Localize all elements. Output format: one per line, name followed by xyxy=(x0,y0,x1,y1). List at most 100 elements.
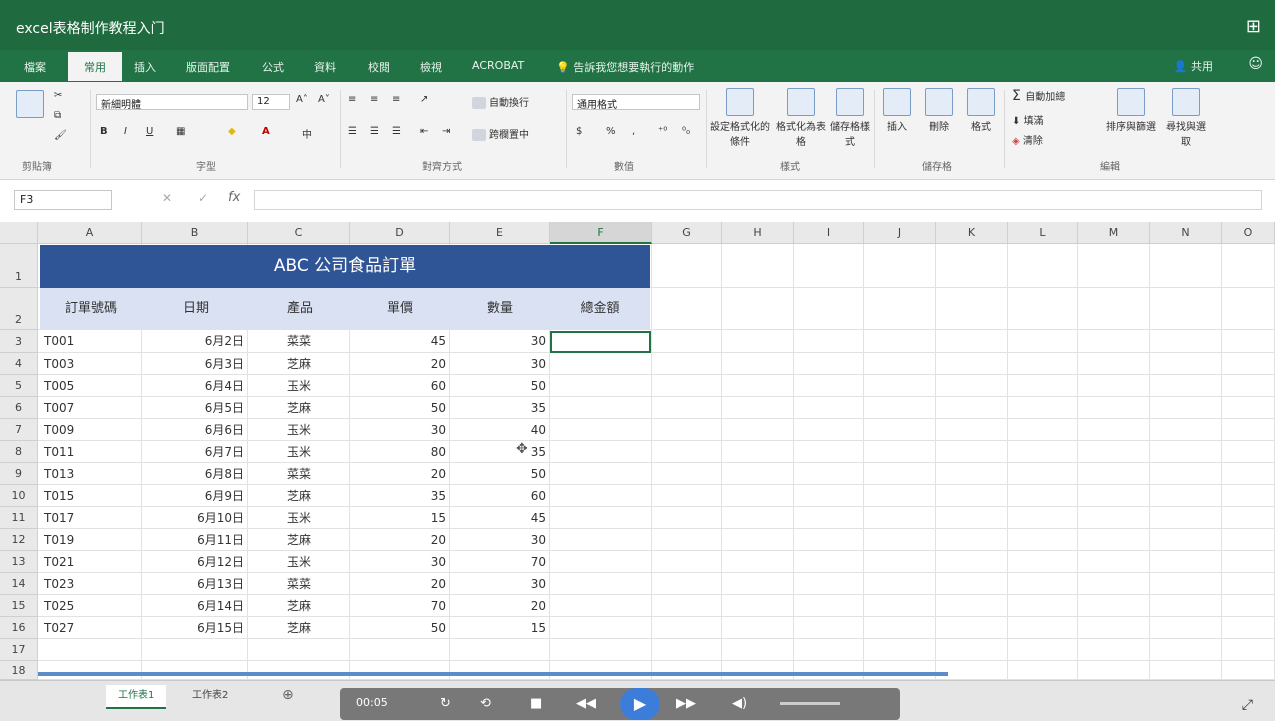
replay-icon[interactable]: ⟲ xyxy=(480,696,491,711)
cell-styles-button[interactable]: 儲存格樣式 xyxy=(830,88,870,148)
cell-unit-price[interactable]: 20 xyxy=(350,529,450,551)
cell-product[interactable]: 玉米 xyxy=(248,375,350,397)
tab-file[interactable]: 檔案 xyxy=(24,59,46,75)
row-header-11[interactable]: 11 xyxy=(0,507,38,529)
cell-product[interactable]: 菜菜 xyxy=(248,463,350,485)
row-header-2[interactable]: 2 xyxy=(0,288,38,330)
cell-product[interactable]: 芝麻 xyxy=(248,595,350,617)
cell-order-number[interactable]: T019 xyxy=(40,529,142,551)
play-icon[interactable]: ▶ xyxy=(620,688,660,720)
column-header-n[interactable]: N xyxy=(1150,222,1222,244)
cancel-icon[interactable]: ✕ xyxy=(162,191,172,205)
tab-page-layout[interactable]: 版面配置 xyxy=(186,59,230,75)
font-color-icon[interactable]: A xyxy=(262,126,270,137)
cell-product[interactable]: 芝麻 xyxy=(248,617,350,639)
cell-date[interactable]: 6月6日 xyxy=(142,419,248,441)
cell-order-number[interactable]: T007 xyxy=(40,397,142,419)
cell-product[interactable]: 芝麻 xyxy=(248,353,350,375)
column-header-j[interactable]: J xyxy=(864,222,936,244)
cell-order-number[interactable]: T027 xyxy=(40,617,142,639)
cell-product[interactable]: 芝麻 xyxy=(248,397,350,419)
cell-date[interactable]: 6月10日 xyxy=(142,507,248,529)
format-painter-icon[interactable]: 🖌 xyxy=(54,130,67,141)
name-box[interactable]: F3 xyxy=(14,190,112,210)
cell-quantity[interactable]: 45 xyxy=(450,507,550,529)
cell-product[interactable]: 菜菜 xyxy=(248,573,350,595)
cell-unit-price[interactable]: 50 xyxy=(350,617,450,639)
row-header-18[interactable]: 18 xyxy=(0,661,38,680)
stop-icon[interactable]: ■ xyxy=(530,696,542,711)
cell-quantity[interactable]: 35 xyxy=(450,441,550,463)
grow-font-icon[interactable]: A˄ xyxy=(296,94,308,105)
feedback-icon[interactable]: ☺ xyxy=(1248,56,1263,72)
align-top-icon[interactable]: ≡ xyxy=(348,94,356,105)
insert-cells-button[interactable]: 插入 xyxy=(880,88,914,133)
active-cell-selection[interactable] xyxy=(550,331,651,353)
row-header-8[interactable]: 8 xyxy=(0,441,38,463)
fill-button[interactable]: ⬇ 填滿 xyxy=(1012,112,1044,127)
cell-quantity[interactable]: 60 xyxy=(450,485,550,507)
cell-date[interactable]: 6月7日 xyxy=(142,441,248,463)
font-name-select[interactable]: 新細明體 xyxy=(96,94,248,111)
increase-decimal-icon[interactable]: ⁺⁰ xyxy=(658,126,667,137)
tab-view[interactable]: 檢視 xyxy=(420,59,442,75)
percent-icon[interactable]: % xyxy=(606,126,616,137)
cell-quantity[interactable]: 30 xyxy=(450,529,550,551)
cell-unit-price[interactable]: 20 xyxy=(350,353,450,375)
cell-date[interactable]: 6月8日 xyxy=(142,463,248,485)
tell-me-box[interactable]: 💡 告訴我您想要執行的動作 xyxy=(556,59,694,75)
column-header-a[interactable]: A xyxy=(38,222,142,244)
format-as-table-button[interactable]: 格式化為表格 xyxy=(774,88,828,148)
cell-unit-price[interactable]: 60 xyxy=(350,375,450,397)
row-header-4[interactable]: 4 xyxy=(0,353,38,375)
autosum-button[interactable]: Σ 自動加總 xyxy=(1012,88,1065,104)
clear-button[interactable]: ◈ 清除 xyxy=(1012,132,1043,147)
phonetic-icon[interactable]: 中 xyxy=(302,126,312,141)
cell-product[interactable]: 玉米 xyxy=(248,551,350,573)
row-header-5[interactable]: 5 xyxy=(0,375,38,397)
cell-date[interactable]: 6月3日 xyxy=(142,353,248,375)
row-header-10[interactable]: 10 xyxy=(0,485,38,507)
cell-unit-price[interactable]: 70 xyxy=(350,595,450,617)
cell-quantity[interactable]: 50 xyxy=(450,463,550,485)
sheet-tab-2[interactable]: 工作表2 xyxy=(180,685,240,707)
cell-date[interactable]: 6月15日 xyxy=(142,617,248,639)
cell-order-number[interactable]: T011 xyxy=(40,441,142,463)
cell-order-number[interactable]: T017 xyxy=(40,507,142,529)
cell-product[interactable]: 菜菜 xyxy=(248,330,350,352)
italic-icon[interactable]: I xyxy=(124,126,127,137)
insert-function-icon[interactable]: fx xyxy=(228,190,240,205)
increase-indent-icon[interactable]: ⇥ xyxy=(442,126,450,137)
enter-icon[interactable]: ✓ xyxy=(198,191,208,205)
column-header-d[interactable]: D xyxy=(350,222,450,244)
cell-unit-price[interactable]: 35 xyxy=(350,485,450,507)
underline-icon[interactable]: U xyxy=(146,126,153,137)
worksheet-grid[interactable]: ABCDEFGHIJKLMNO 1 2 3 4 5 6 7 8 9 10 11 12 13 14 15 16 1… xyxy=(0,222,1275,680)
sort-filter-button[interactable]: 排序與篩選 xyxy=(1098,88,1164,133)
cell-product[interactable]: 玉米 xyxy=(248,441,350,463)
align-bottom-icon[interactable]: ≡ xyxy=(392,94,400,105)
cell-unit-price[interactable]: 45 xyxy=(350,330,450,352)
header-order-number[interactable]: 訂單號碼 xyxy=(40,288,142,330)
tab-acrobat[interactable]: ACROBAT xyxy=(472,59,524,72)
cell-product[interactable]: 芝麻 xyxy=(248,529,350,551)
column-header-k[interactable]: K xyxy=(936,222,1008,244)
column-header-i[interactable]: I xyxy=(794,222,864,244)
volume-icon[interactable]: ◀) xyxy=(732,696,747,711)
table-title[interactable]: ABC 公司食品訂單 xyxy=(40,245,650,288)
cell-order-number[interactable]: T005 xyxy=(40,375,142,397)
cell-quantity[interactable]: 70 xyxy=(450,551,550,573)
add-sheet-icon[interactable]: ⊕ xyxy=(282,687,294,703)
volume-slider[interactable] xyxy=(780,702,840,705)
fast-forward-icon[interactable]: ▶▶ xyxy=(676,696,696,711)
fill-color-icon[interactable]: ◆ xyxy=(228,126,236,137)
tab-review[interactable]: 校閱 xyxy=(368,59,390,75)
cell-order-number[interactable]: T003 xyxy=(40,353,142,375)
decrease-decimal-icon[interactable]: ⁰₀ xyxy=(682,126,690,137)
cell-unit-price[interactable]: 30 xyxy=(350,551,450,573)
column-header-b[interactable]: B xyxy=(142,222,248,244)
column-header-h[interactable]: H xyxy=(722,222,794,244)
cell-quantity[interactable]: 50 xyxy=(450,375,550,397)
column-header-l[interactable]: L xyxy=(1008,222,1078,244)
tab-insert[interactable]: 插入 xyxy=(134,59,156,75)
